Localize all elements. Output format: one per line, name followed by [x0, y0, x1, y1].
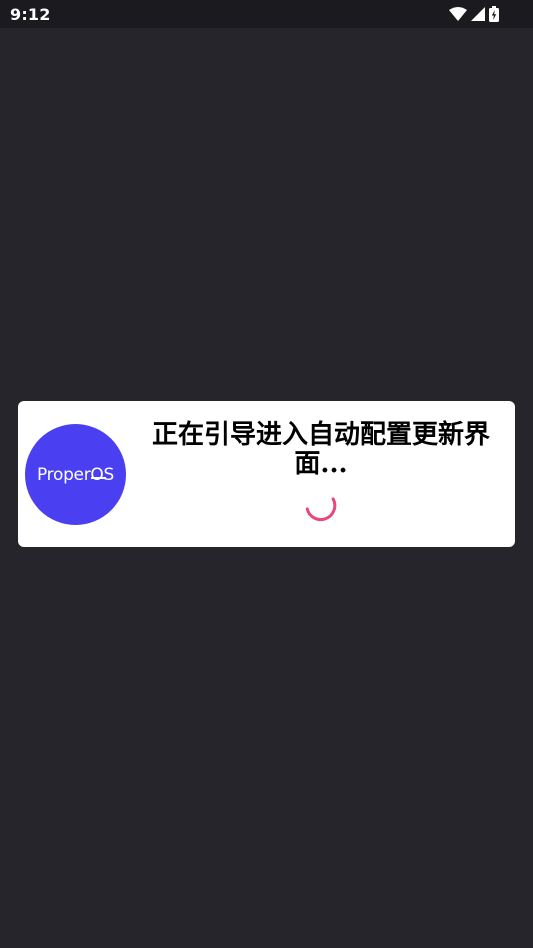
logo-underline: [91, 476, 106, 479]
status-icons: [449, 6, 499, 22]
loading-dialog: ProperOS 正在引导进入自动配置更新界面...: [18, 401, 515, 547]
cellular-signal-icon: [471, 7, 485, 21]
logo-text: ProperOS: [37, 464, 114, 485]
loading-spinner-icon: [304, 489, 338, 523]
loading-message: 正在引导进入自动配置更新界面...: [151, 420, 490, 479]
battery-charging-icon: [489, 6, 499, 22]
status-bar: 9:12: [0, 0, 533, 28]
wifi-icon: [449, 7, 467, 21]
status-time: 9:12: [10, 4, 51, 24]
properos-logo: ProperOS: [25, 424, 126, 525]
